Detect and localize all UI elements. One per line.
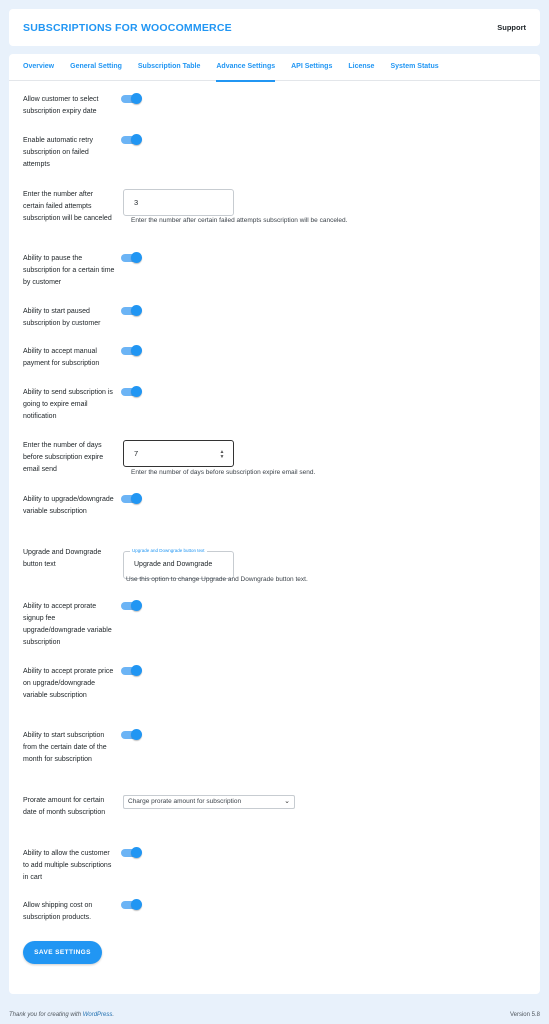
upgrade-text-legend: Upgrade and Downgrade button text: [130, 548, 207, 553]
manual-payment-toggle[interactable]: [121, 345, 142, 356]
tab-system-status[interactable]: System Status: [390, 54, 438, 81]
upgrade-text-field[interactable]: Upgrade and Downgrade button text Upgrad…: [123, 548, 234, 579]
setting-label: Enable automatic retry subscription on f…: [23, 137, 94, 168]
tab-api-settings[interactable]: API Settings: [291, 54, 332, 81]
tab-overview[interactable]: Overview: [23, 54, 54, 81]
expiry-date-toggle[interactable]: [121, 93, 142, 104]
setting-label: Ability to send subscription is going to…: [23, 389, 113, 420]
setting-label: Ability to start paused subscription by …: [23, 308, 101, 327]
expire-days-input[interactable]: 7 ▲ ▼: [123, 440, 234, 467]
setting-label: Ability to upgrade/downgrade variable su…: [23, 496, 114, 515]
expire-days-value: 7: [134, 449, 139, 458]
prorate-amount-selected: Charge prorate amount for subscription: [128, 798, 242, 805]
prorate-signup-toggle[interactable]: [121, 600, 142, 611]
tab-general-setting[interactable]: General Setting: [70, 54, 122, 81]
tab-advance-settings[interactable]: Advance Settings: [216, 54, 275, 82]
save-settings-button[interactable]: SAVE SETTINGS: [23, 941, 102, 964]
upgrade-text-help: Use this option to change Upgrade and Do…: [126, 576, 308, 583]
number-stepper-icon[interactable]: ▲ ▼: [219, 450, 225, 460]
setting-label: Ability to allow the customer to add mul…: [23, 850, 112, 881]
prorate-amount-select[interactable]: Charge prorate amount for subscription ⌄: [123, 795, 295, 809]
tab-bar: Overview General Setting Subscription Ta…: [9, 54, 540, 82]
footer-suffix: .: [112, 1012, 115, 1018]
start-date-toggle[interactable]: [121, 729, 142, 740]
tab-subscription-table[interactable]: Subscription Table: [138, 54, 201, 81]
setting-label: Prorate amount for certain date of month…: [23, 797, 106, 816]
setting-label: Enter the number after certain failed at…: [23, 191, 112, 222]
start-paused-toggle[interactable]: [121, 305, 142, 316]
upgrade-downgrade-toggle[interactable]: [121, 493, 142, 504]
failed-attempts-input[interactable]: 3: [123, 189, 234, 216]
tab-license[interactable]: License: [348, 54, 374, 81]
footer-credit: Thank you for creating with WordPress.: [9, 1012, 114, 1018]
footer-version: Version 5.8: [509, 1012, 540, 1018]
setting-label: Ability to accept prorate price on upgra…: [23, 668, 114, 699]
plugin-title: SUBSCRIPTIONS FOR WOOCOMMERCE: [23, 21, 232, 34]
setting-label: Enter the number of days before subscrip…: [23, 442, 104, 473]
setting-label: Ability to pause the subscription for a …: [23, 255, 115, 286]
setting-label: Allow shipping cost on subscription prod…: [23, 902, 93, 921]
setting-label: Ability to accept manual payment for sub…: [23, 348, 100, 367]
multiple-cart-toggle[interactable]: [121, 847, 142, 858]
plugin-header: SUBSCRIPTIONS FOR WOOCOMMERCE Support: [9, 9, 540, 46]
setting-label: Ability to start subscription from the c…: [23, 732, 107, 763]
expire-days-help: Enter the number of days before subscrip…: [131, 469, 316, 476]
auto-retry-toggle[interactable]: [121, 134, 142, 145]
chevron-down-icon: ⌄: [284, 798, 290, 805]
footer-prefix: Thank you for creating with: [9, 1012, 83, 1018]
prorate-price-toggle[interactable]: [121, 665, 142, 676]
support-link[interactable]: Support: [497, 23, 526, 32]
shipping-cost-toggle[interactable]: [121, 899, 142, 910]
setting-label: Allow customer to select subscription ex…: [23, 96, 99, 115]
setting-label: Upgrade and Downgrade button text: [23, 549, 102, 568]
setting-label: Ability to accept prorate signup fee upg…: [23, 603, 112, 646]
expire-email-toggle[interactable]: [121, 386, 142, 397]
failed-attempts-help: Enter the number after certain failed at…: [131, 217, 348, 224]
wordpress-link[interactable]: WordPress: [83, 1012, 113, 1018]
settings-panel: Overview General Setting Subscription Ta…: [9, 54, 540, 994]
pause-toggle[interactable]: [121, 252, 142, 263]
upgrade-text-value: Upgrade and Downgrade: [134, 561, 213, 568]
